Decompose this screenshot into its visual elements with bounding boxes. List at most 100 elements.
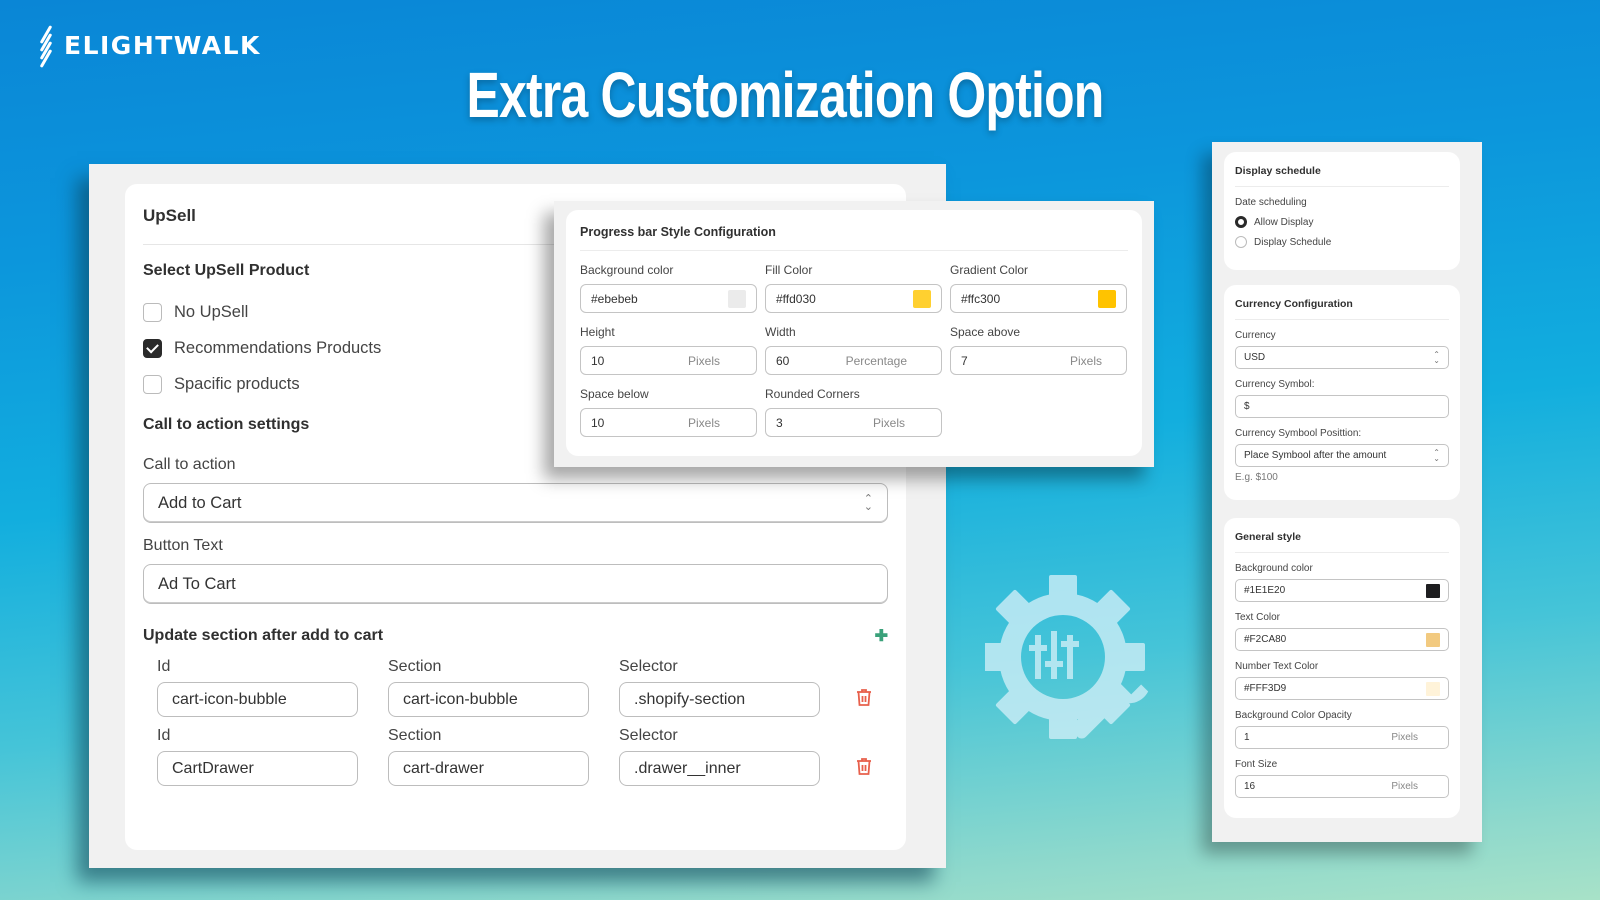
bg-opacity-input[interactable]: 1 Pixels: [1235, 726, 1449, 749]
field-value: #ffd030: [776, 291, 816, 306]
color-swatch[interactable]: [728, 289, 746, 308]
general-style-card: General style Background color #1E1E20 T…: [1224, 518, 1460, 818]
radio-display-schedule[interactable]: Display Schedule: [1235, 236, 1449, 248]
gradient-color-input[interactable]: #ffc300: [950, 284, 1127, 313]
symbol-position-value: Place Symbool after the amount: [1244, 450, 1387, 461]
general-style-title: General style: [1235, 518, 1449, 553]
progress-bar-panel: Progress bar Style Configuration Backgro…: [554, 201, 1154, 467]
color-swatch[interactable]: [913, 289, 931, 308]
symbol-position-select[interactable]: Place Symbool after the amount ⌃ ⌄: [1235, 444, 1449, 467]
currency-config-card: Currency Configuration Currency USD ⌃ ⌄ C…: [1224, 285, 1460, 500]
unit-label: Pixels: [1391, 781, 1418, 792]
button-text-value: Ad To Cart: [158, 574, 236, 593]
color-swatch[interactable]: [1426, 632, 1440, 647]
radio-button[interactable]: [1235, 236, 1247, 248]
height-input[interactable]: 10 Pixels: [580, 346, 757, 375]
checkbox[interactable]: [143, 374, 162, 394]
plus-icon[interactable]: ✚: [875, 626, 888, 646]
field-label: Number Text Color: [1235, 661, 1319, 672]
field-value: 10: [591, 353, 605, 368]
space-below-input[interactable]: 10 Pixels: [580, 408, 757, 437]
progress-bar-title: Progress bar Style Configuration: [580, 210, 1128, 251]
color-swatch[interactable]: [1426, 583, 1440, 598]
radio-label: Display Schedule: [1254, 236, 1332, 248]
currency-symbol-input[interactable]: $: [1235, 395, 1449, 418]
trash-icon[interactable]: [853, 757, 875, 776]
column-label-selector: Selector: [619, 727, 678, 744]
field-value: #ffc300: [961, 291, 1001, 306]
cta-select[interactable]: Add to Cart ⌃ ⌄: [143, 483, 888, 523]
field-value: #F2CA80: [1244, 634, 1287, 645]
radio-allow-display[interactable]: Allow Display: [1235, 216, 1449, 228]
trash-icon[interactable]: [853, 688, 875, 707]
cta-select-value: Add to Cart: [158, 493, 242, 512]
field-value: 7: [961, 353, 968, 368]
currency-config-title: Currency Configuration: [1235, 285, 1449, 320]
currency-select[interactable]: USD ⌃ ⌄: [1235, 346, 1449, 369]
width-input[interactable]: 60 Percentage: [765, 346, 942, 375]
column-label-selector: Selector: [619, 658, 678, 675]
id-input[interactable]: CartDrawer: [157, 751, 358, 786]
radio-label: Allow Display: [1254, 216, 1314, 228]
field-label: Width: [765, 325, 796, 339]
checkbox[interactable]: [143, 302, 162, 322]
field-value: #1E1E20: [1244, 585, 1286, 596]
selector-input[interactable]: .drawer__inner: [619, 751, 820, 786]
field-value: 16: [1244, 781, 1256, 792]
gear-settings-wrench-icon: [981, 575, 1175, 755]
column-label-section: Section: [388, 658, 442, 675]
unit-label: Pixels: [1069, 353, 1102, 368]
space-above-input[interactable]: 7 Pixels: [950, 346, 1127, 375]
option-label: Recommendations Products: [174, 338, 382, 357]
page-headline: Extra Customization Option: [466, 59, 1104, 131]
currency-label: Currency: [1235, 330, 1276, 341]
chevron-updown-icon: ⌃ ⌄: [1433, 349, 1440, 365]
update-section-heading: Update section after add to cart: [143, 627, 384, 644]
field-label: Background Color Opacity: [1235, 710, 1352, 721]
currency-value: USD: [1244, 352, 1266, 363]
currency-symbol-value: $: [1244, 401, 1250, 412]
date-scheduling-label: Date scheduling: [1235, 197, 1307, 208]
selector-input[interactable]: .shopify-section: [619, 682, 820, 717]
checkbox-checked[interactable]: [143, 338, 162, 358]
fill-color-input[interactable]: #ffd030: [765, 284, 942, 313]
field-label: Text Color: [1235, 612, 1281, 623]
display-schedule-card: Display schedule Date scheduling Allow D…: [1224, 152, 1460, 270]
field-label: Font Size: [1235, 759, 1278, 770]
text-color-input[interactable]: #F2CA80: [1235, 628, 1449, 651]
background-color-input[interactable]: #1E1E20: [1235, 579, 1449, 602]
id-input[interactable]: cart-icon-bubble: [157, 682, 358, 717]
field-label: Background color: [1235, 563, 1313, 574]
field-label: Rounded Corners: [765, 387, 860, 401]
field-value: 3: [776, 415, 783, 430]
number-text-color-input[interactable]: #FFF3D9: [1235, 677, 1449, 700]
field-label: Fill Color: [765, 263, 813, 277]
field-value: 1: [1244, 732, 1250, 743]
unit-label: Percentage: [845, 353, 907, 368]
field-value: #ebebeb: [591, 291, 638, 306]
symbol-position-label: Currency Symbool Posittion:: [1235, 428, 1362, 439]
background-color-input[interactable]: #ebebeb: [580, 284, 757, 313]
field-label: Space above: [950, 325, 1021, 339]
field-value: 10: [591, 415, 605, 430]
color-swatch[interactable]: [1426, 681, 1440, 696]
radio-button-selected[interactable]: [1235, 216, 1247, 228]
button-text-label: Button Text: [143, 537, 223, 554]
button-text-input[interactable]: Ad To Cart: [143, 564, 888, 604]
currency-hint: E.g. $100: [1235, 472, 1278, 483]
option-label: No UpSell: [174, 302, 249, 321]
field-label: Height: [580, 325, 615, 339]
font-size-input[interactable]: 16 Pixels: [1235, 775, 1449, 798]
color-swatch[interactable]: [1098, 289, 1116, 308]
settings-panel: Display schedule Date scheduling Allow D…: [1212, 142, 1482, 842]
stripes-logo-icon: [36, 25, 54, 68]
unit-label: Pixels: [687, 415, 720, 430]
field-label: Space below: [580, 387, 649, 401]
chevron-updown-icon: ⌃ ⌄: [863, 493, 873, 513]
column-label-section: Section: [388, 727, 442, 744]
field-value: #FFF3D9: [1244, 683, 1287, 694]
display-schedule-title: Display schedule: [1235, 152, 1449, 187]
section-input[interactable]: cart-icon-bubble: [388, 682, 589, 717]
section-input[interactable]: cart-drawer: [388, 751, 589, 786]
rounded-corners-input[interactable]: 3 Pixels: [765, 408, 942, 437]
